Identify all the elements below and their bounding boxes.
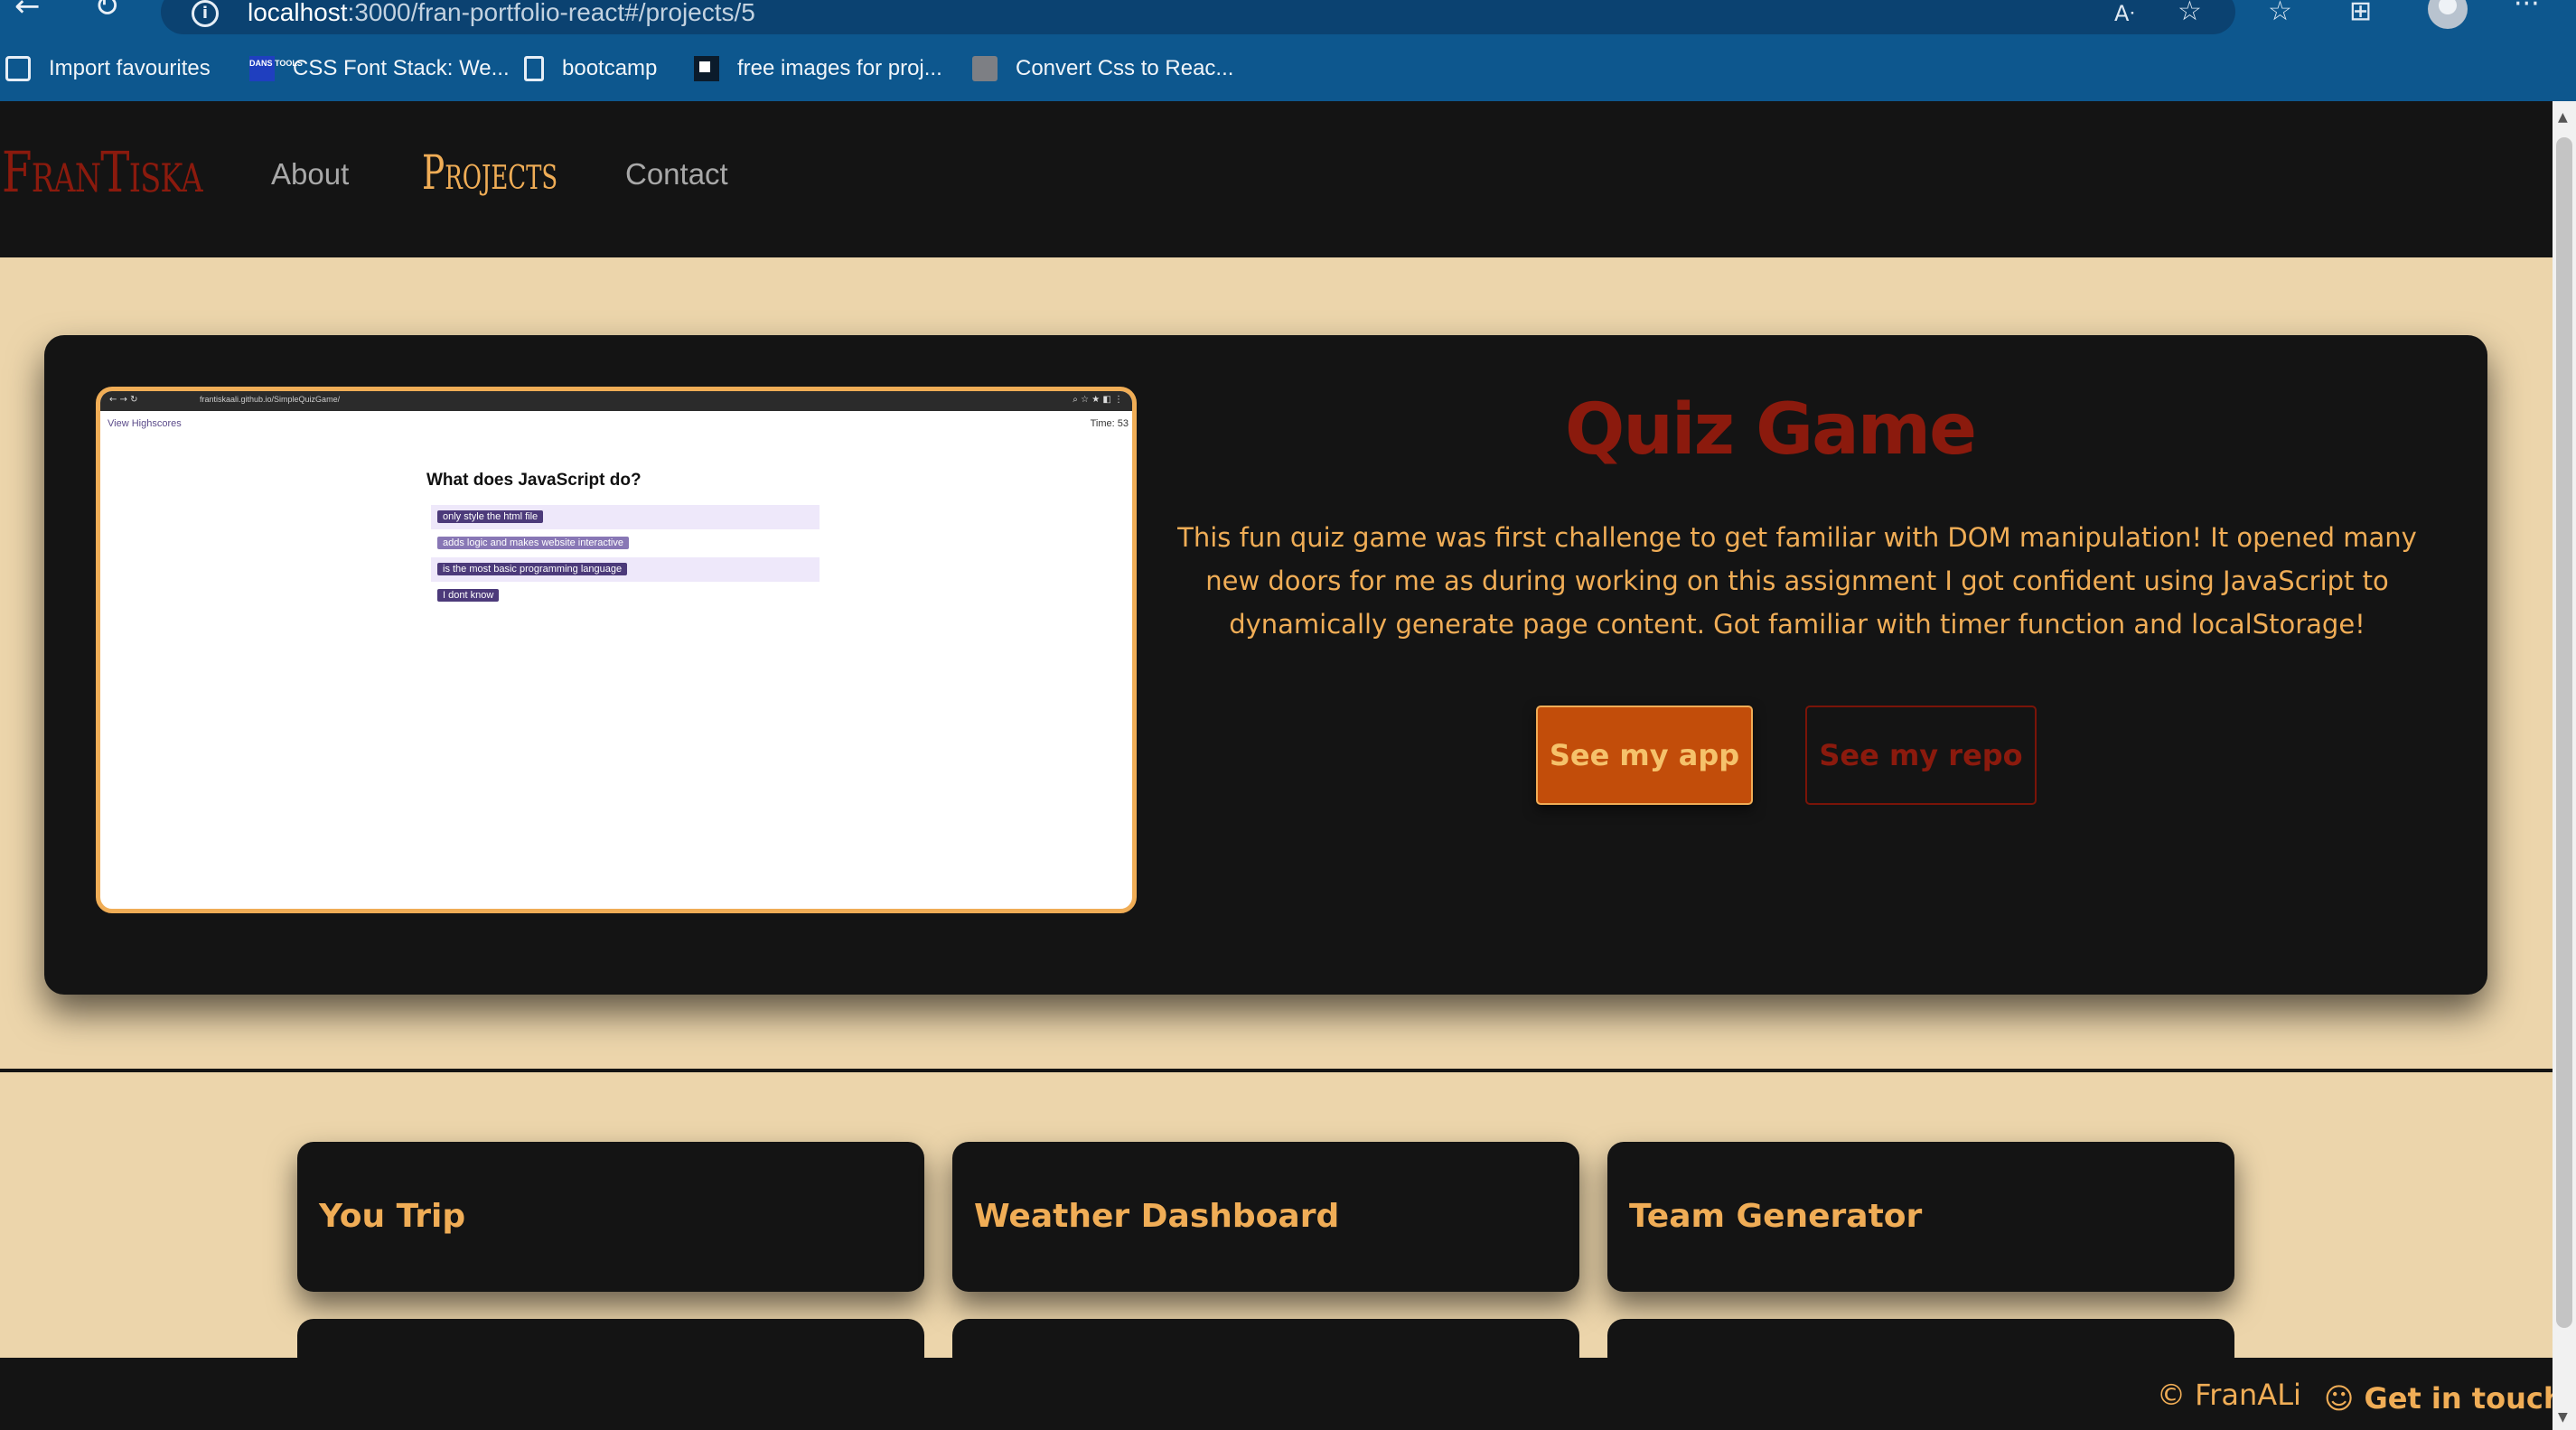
site-info-icon[interactable]: i [192, 0, 219, 27]
screenshot-option: adds logic and makes website interactive [431, 531, 820, 556]
bookmarks-bar: Import favourites DANS TOOLS CSS Font St… [0, 51, 2576, 87]
url-host: localhost [248, 0, 348, 26]
url-text[interactable]: localhost:3000/fran-portfolio-react#/pro… [248, 0, 755, 27]
screenshot-option: is the most basic programming language [431, 557, 820, 582]
screenshot-option-label: I dont know [437, 589, 500, 602]
screenshot-option: I dont know [431, 584, 820, 608]
bookmark-free-images[interactable]: free images for proj... [694, 51, 942, 87]
project-title: Quiz Game [1565, 389, 1977, 471]
favourites-icon[interactable]: ☆ [2268, 0, 2292, 25]
screenshot-timer: Time: 53 [1090, 418, 1129, 429]
scroll-down-icon[interactable]: ▼ [2558, 1410, 2568, 1425]
scroll-up-icon[interactable]: ▲ [2558, 110, 2568, 125]
project-card-title: Weather Dashboard [974, 1198, 1340, 1235]
read-aloud-icon[interactable]: Aᐧ [2114, 0, 2135, 27]
nav-about[interactable]: About [271, 157, 349, 192]
screenshot-option: only style the html file [431, 505, 820, 529]
url-path: :3000/fran-portfolio-react#/projects/5 [347, 0, 755, 26]
project-card-title: You Trip [319, 1198, 466, 1235]
bookmark-css-font-stack[interactable]: DANS TOOLS CSS Font Stack: We... [249, 51, 510, 87]
screenshot-option-label: adds logic and makes website interactive [437, 537, 629, 549]
page-scrollbar[interactable]: ▲ ▼ [2553, 101, 2576, 1430]
refresh-icon[interactable]: ↻ [94, 0, 120, 22]
add-favourite-icon[interactable]: ☆ [2178, 0, 2202, 25]
profile-icon[interactable] [2428, 0, 2468, 29]
image-site-icon [694, 56, 719, 81]
screenshot-nav-icon: ← → ↻ [109, 395, 138, 405]
collections-icon[interactable]: ⊞ [2349, 0, 2372, 25]
project-card-you-trip[interactable]: You Trip [297, 1142, 924, 1292]
screenshot-question: What does JavaScript do? [426, 471, 642, 490]
scrollbar-thumb[interactable] [2556, 137, 2572, 1328]
site-header: FranTiska About Projects Contact [0, 101, 2553, 257]
section-divider [0, 1069, 2553, 1072]
see-my-repo-button[interactable]: See my repo [1805, 706, 2037, 805]
screenshot-url: frantiskaali.github.io/SimpleQuizGame/ [200, 395, 341, 404]
browser-chrome: ← ↻ i localhost:3000/fran-portfolio-reac… [0, 0, 2576, 101]
address-bar[interactable]: i localhost:3000/fran-portfolio-react#/p… [161, 0, 2235, 34]
bookmark-label: Import favourites [49, 56, 211, 80]
bookmark-label: CSS Font Stack: We... [293, 56, 510, 80]
project-card-title: Team Generator [1629, 1198, 1923, 1235]
project-card-weather-dashboard[interactable]: Weather Dashboard [952, 1142, 1579, 1292]
project-detail-card: ← → ↻ frantiskaali.github.io/SimpleQuizG… [44, 335, 2487, 995]
bookmark-label: free images for proj... [737, 56, 942, 80]
dans-tools-icon: DANS TOOLS [249, 56, 303, 81]
bookmark-import[interactable]: Import favourites [5, 51, 211, 87]
screenshot-browser-bar: ← → ↻ frantiskaali.github.io/SimpleQuizG… [100, 391, 1132, 411]
more-icon[interactable]: ··· [2514, 0, 2540, 18]
bookmark-label: Convert Css to Reac... [1016, 56, 1234, 80]
bookmark-convert-css[interactable]: Convert Css to Reac... [972, 51, 1233, 87]
see-my-app-button[interactable]: See my app [1536, 706, 1753, 805]
nav-projects[interactable]: Projects [422, 146, 557, 201]
site-footer: © FranALi ☺ Get in touch [0, 1358, 2564, 1430]
screenshot-option-label: is the most basic programming language [437, 563, 628, 575]
screenshot-option-label: only style the html file [437, 510, 544, 523]
address-row: ← ↻ i localhost:3000/fran-portfolio-reac… [0, 0, 2576, 38]
project-description: This fun quiz game was first challenge t… [1177, 522, 2417, 640]
get-in-touch-link[interactable]: ☺ Get in touch [2324, 1381, 2564, 1416]
footer-copyright: © FranALi [2157, 1378, 2301, 1412]
screenshot-toolbar-icon: ⌕ ☆ ★ ◧ ⋮ [1073, 395, 1123, 405]
project-card-team-generator[interactable]: Team Generator [1607, 1142, 2234, 1292]
nav-contact[interactable]: Contact [625, 157, 728, 192]
back-arrow-icon[interactable]: ← [14, 0, 41, 22]
project-screenshot: ← → ↻ frantiskaali.github.io/SimpleQuizG… [96, 387, 1137, 913]
import-icon [5, 56, 31, 81]
page-icon [524, 56, 544, 81]
site-logo[interactable]: FranTiska [2, 139, 203, 205]
bookmark-label: bootcamp [562, 56, 658, 80]
screenshot-highscores-link: View Highscores [108, 418, 182, 429]
bookmark-bootcamp[interactable]: bootcamp [524, 51, 657, 87]
photo-icon [972, 56, 998, 81]
